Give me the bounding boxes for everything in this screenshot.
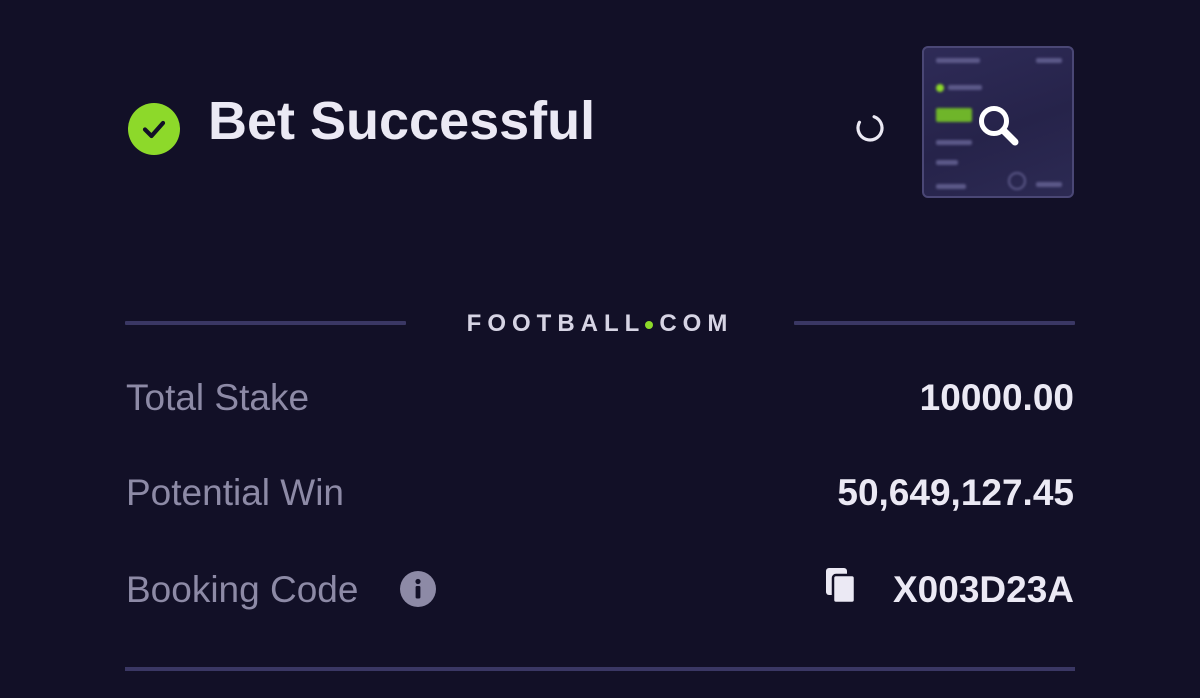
potential-win-label: Potential Win [126, 472, 344, 513]
check-circle-icon [128, 103, 180, 155]
bet-success-page: Bet Successful FOOTBALL COM Total Stake 1… [0, 0, 1200, 698]
brand-dot-icon [645, 321, 654, 329]
potential-win-value: 50,649,127.45 [837, 472, 1074, 513]
copy-icon[interactable] [824, 567, 858, 605]
brand-logo: FOOTBALL COM [440, 308, 760, 340]
brand-name-right: COM [659, 310, 734, 337]
bottom-divider [125, 667, 1075, 671]
brand-name-left: FOOTBALL [466, 310, 646, 337]
page-title: Bet Successful [208, 91, 596, 151]
total-stake-value: 10000.00 [919, 377, 1074, 418]
divider-right [794, 321, 1075, 325]
booking-code-value[interactable]: X003D23A [893, 567, 1074, 613]
screenshot-thumbnail[interactable] [922, 46, 1074, 198]
info-icon[interactable] [400, 571, 436, 607]
divider-left [125, 321, 406, 325]
booking-code-label: Booking Code [126, 569, 359, 610]
zoom-icon[interactable] [976, 103, 1022, 149]
spinner-icon [856, 114, 884, 142]
total-stake-label: Total Stake [126, 377, 310, 418]
